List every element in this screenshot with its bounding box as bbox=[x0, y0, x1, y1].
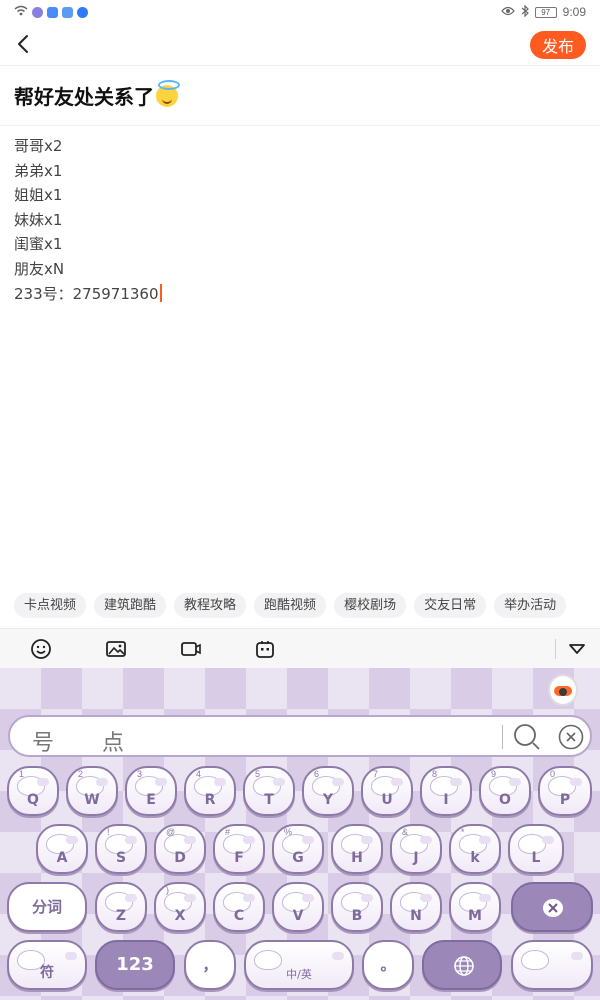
wifi-icon bbox=[14, 5, 28, 19]
tag-chip[interactable]: 樱校剧场 bbox=[334, 593, 407, 618]
post-body-field[interactable]: 哥哥x2 弟弟x1 姐姐x1 妹妹x1 闺蜜x1 朋友xN 233号：27597… bbox=[14, 134, 584, 306]
key-p[interactable]: 0P bbox=[538, 766, 592, 816]
candidate-word[interactable]: 点 bbox=[102, 725, 124, 757]
key-v[interactable]: V bbox=[272, 882, 324, 932]
tag-chip[interactable]: 卡点视频 bbox=[14, 593, 87, 618]
delete-key[interactable] bbox=[511, 882, 593, 932]
key-c[interactable]: C bbox=[213, 882, 265, 932]
robot-assistant-icon[interactable] bbox=[548, 674, 578, 706]
close-icon[interactable] bbox=[558, 724, 584, 750]
key-i[interactable]: 8I bbox=[420, 766, 472, 816]
key-b[interactable]: B bbox=[331, 882, 383, 932]
tag-chip[interactable]: 跑酷视频 bbox=[254, 593, 327, 618]
symbol-key[interactable]: 符 bbox=[7, 940, 87, 990]
key-x[interactable]: ) X bbox=[154, 882, 206, 932]
cloud-app-icon bbox=[77, 6, 88, 18]
eye-icon bbox=[500, 5, 515, 19]
search-icon[interactable] bbox=[512, 722, 542, 752]
body-line: 姐姐x1 bbox=[14, 186, 63, 205]
key-m[interactable]: M bbox=[449, 882, 501, 932]
key-f[interactable]: # F bbox=[213, 824, 265, 874]
key-u[interactable]: 7U bbox=[361, 766, 413, 816]
comma-key[interactable]: ， bbox=[184, 940, 236, 990]
globe-icon bbox=[453, 955, 475, 977]
key-h[interactable]: H bbox=[331, 824, 383, 874]
key-a[interactable]: A bbox=[36, 824, 88, 874]
tag-chip[interactable]: 建筑跑酷 bbox=[94, 593, 167, 618]
key-j[interactable]: & J bbox=[390, 824, 442, 874]
title-field[interactable]: 帮好友处关系了 bbox=[0, 66, 600, 126]
key-n[interactable]: N bbox=[390, 882, 442, 932]
segment-key[interactable]: 分词 bbox=[7, 882, 87, 932]
language-key[interactable] bbox=[422, 940, 502, 990]
enter-key[interactable] bbox=[511, 940, 593, 990]
key-z[interactable]: Z bbox=[95, 882, 147, 932]
period-key[interactable]: 。 bbox=[362, 940, 414, 990]
game-icon[interactable] bbox=[254, 638, 276, 660]
key-w[interactable]: 2W bbox=[66, 766, 118, 816]
body-line: 哥哥x2 bbox=[14, 137, 63, 155]
video-icon[interactable] bbox=[180, 638, 202, 660]
key-r[interactable]: 4R bbox=[184, 766, 236, 816]
publish-button[interactable]: 发布 bbox=[530, 31, 586, 59]
numbers-key[interactable]: 123 bbox=[95, 940, 175, 990]
key-e[interactable]: 3E bbox=[125, 766, 177, 816]
battery-indicator: 97 bbox=[534, 6, 557, 18]
tag-chip[interactable]: 教程攻略 bbox=[174, 593, 247, 618]
editor-toolbar bbox=[0, 628, 600, 668]
key-o[interactable]: 9O bbox=[479, 766, 531, 816]
app-notification-icon bbox=[32, 6, 43, 18]
header-bar: 发布 bbox=[0, 24, 600, 66]
tag-chip[interactable]: 举办活动 bbox=[494, 593, 567, 618]
body-line: 朋友xN bbox=[14, 259, 65, 278]
back-arrow-icon[interactable] bbox=[12, 32, 36, 56]
key-q[interactable]: 1Q bbox=[7, 766, 59, 816]
gallery-app-icon bbox=[62, 6, 73, 18]
image-icon[interactable] bbox=[105, 638, 127, 660]
bluetooth-icon bbox=[521, 4, 529, 20]
candidate-bar: 号 点 bbox=[8, 715, 592, 757]
candidate-word[interactable]: 号 bbox=[32, 725, 54, 757]
delete-icon bbox=[541, 896, 565, 918]
post-title: 帮好友处关系了 bbox=[14, 85, 154, 109]
status-icons-right: 97 9:09 bbox=[500, 4, 586, 20]
key-d[interactable]: @ D bbox=[154, 824, 206, 874]
status-icons-left bbox=[14, 5, 88, 19]
halo-smile-emoji-icon bbox=[156, 79, 180, 107]
key-g[interactable]: % G bbox=[272, 824, 324, 874]
search-app-icon bbox=[47, 6, 58, 18]
topic-tags: 卡点视频 建筑跑酷 教程攻略 跑酷视频 樱校剧场 交友日常 举办活动 bbox=[14, 593, 567, 618]
clock: 9:09 bbox=[562, 5, 586, 19]
body-line: 弟弟x1 bbox=[14, 161, 63, 180]
space-key[interactable]: 中/英 bbox=[244, 940, 354, 990]
toolbar-divider bbox=[555, 639, 556, 659]
key-y[interactable]: 6Y bbox=[302, 766, 354, 816]
body-line: 妹妹x1 bbox=[14, 210, 63, 229]
collapse-icon[interactable] bbox=[566, 638, 588, 660]
emoji-icon[interactable] bbox=[30, 638, 52, 660]
body-line: 闺蜜x1 bbox=[14, 235, 63, 254]
text-cursor bbox=[159, 283, 162, 302]
key-t[interactable]: 5T bbox=[243, 766, 295, 816]
key-k[interactable]: * k bbox=[449, 824, 501, 874]
key-s[interactable]: ! S bbox=[95, 824, 147, 874]
tag-chip[interactable]: 交友日常 bbox=[414, 593, 487, 618]
candidate-divider bbox=[502, 725, 503, 749]
key-l[interactable]: L bbox=[508, 824, 564, 874]
body-line-last: 233号：275971360 bbox=[14, 282, 584, 307]
status-bar: 97 9:09 bbox=[0, 0, 600, 24]
keyboard: 号 点 1Q 2W 3E 4R 5T 6Y 7U 8I 9O 0P A ! S @… bbox=[0, 668, 600, 1000]
